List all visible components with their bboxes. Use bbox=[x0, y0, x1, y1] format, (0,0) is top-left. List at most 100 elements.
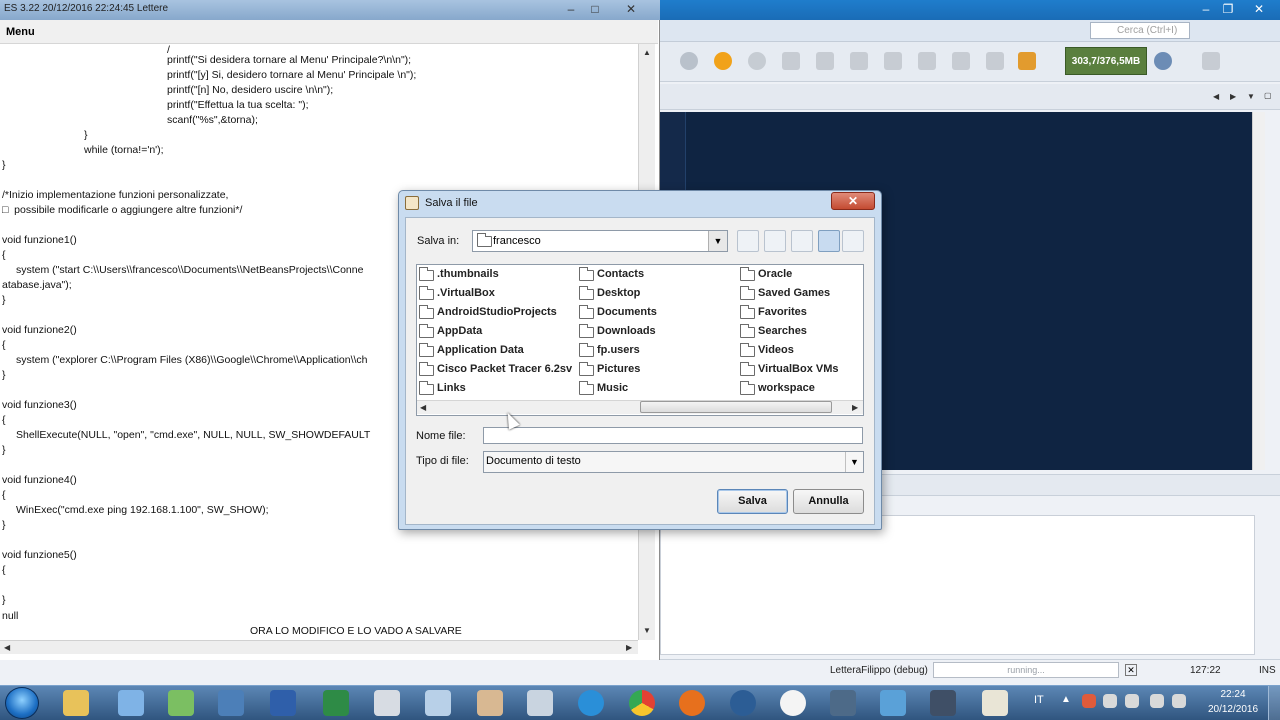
window-icon[interactable] bbox=[374, 690, 400, 716]
file-item[interactable]: Favorites bbox=[758, 306, 807, 318]
tray-icon[interactable] bbox=[1082, 694, 1096, 708]
scroll-left-icon[interactable]: ◀ bbox=[4, 643, 10, 652]
scroll-right-icon[interactable]: ▶ bbox=[852, 403, 858, 412]
close-button[interactable]: ✕ bbox=[831, 192, 875, 210]
save-button[interactable]: Salva bbox=[717, 489, 788, 514]
file-item[interactable]: VirtualBox VMs bbox=[758, 363, 839, 375]
camera-icon[interactable] bbox=[1018, 52, 1036, 70]
notes-icon[interactable] bbox=[168, 690, 194, 716]
memory-indicator[interactable]: 303,7/376,5MB bbox=[1065, 47, 1147, 75]
file-item[interactable]: Cisco Packet Tracer 6.2sv bbox=[437, 363, 572, 375]
clock-time[interactable]: 22:24 bbox=[1208, 689, 1258, 700]
internet-explorer-icon[interactable] bbox=[578, 690, 604, 716]
file-item[interactable]: AndroidStudioProjects bbox=[437, 306, 557, 318]
app-icon[interactable] bbox=[118, 690, 144, 716]
file-item[interactable]: workspace bbox=[758, 382, 815, 394]
apply-changes-icon[interactable] bbox=[918, 52, 936, 70]
step-over-icon[interactable] bbox=[782, 52, 800, 70]
status-progress[interactable]: running... bbox=[933, 662, 1119, 678]
scroll-up-icon[interactable]: ▲ bbox=[643, 48, 651, 57]
debug-step-icon[interactable] bbox=[680, 52, 698, 70]
ide-search-input[interactable]: Cerca (Ctrl+I) bbox=[1090, 22, 1190, 39]
database-icon[interactable] bbox=[830, 690, 856, 716]
show-desktop-button[interactable] bbox=[1268, 686, 1280, 720]
pause-icon[interactable] bbox=[714, 52, 732, 70]
continue-icon[interactable] bbox=[748, 52, 766, 70]
tab-left-icon[interactable]: ◀ bbox=[1213, 92, 1219, 101]
cancel-button[interactable]: Annulla bbox=[793, 489, 864, 514]
chevron-down-icon[interactable]: ▼ bbox=[708, 231, 727, 251]
minimize-icon[interactable]: – bbox=[560, 0, 582, 20]
layout-icon[interactable] bbox=[1202, 52, 1220, 70]
close-icon[interactable]: ✕ bbox=[608, 0, 654, 20]
file-item[interactable]: Application Data bbox=[437, 344, 524, 356]
scroll-right-icon[interactable]: ▶ bbox=[626, 643, 632, 652]
file-item[interactable]: Desktop bbox=[597, 287, 640, 299]
tray-expand-icon[interactable]: ▲ bbox=[1061, 694, 1071, 705]
file-item[interactable]: Contacts bbox=[597, 268, 644, 280]
app-icon[interactable] bbox=[425, 690, 451, 716]
language-indicator[interactable]: IT bbox=[1034, 694, 1044, 706]
excel-icon[interactable] bbox=[323, 690, 349, 716]
file-item[interactable]: Music bbox=[597, 382, 628, 394]
editor-app-icon[interactable] bbox=[218, 690, 244, 716]
file-item[interactable]: Downloads bbox=[597, 325, 656, 337]
filename-input[interactable] bbox=[483, 427, 863, 444]
scroll-down-icon[interactable]: ▼ bbox=[643, 626, 651, 635]
scrollbar-thumb[interactable] bbox=[640, 401, 832, 413]
app-icon[interactable] bbox=[780, 690, 806, 716]
ide-output-pane[interactable] bbox=[660, 515, 1255, 655]
new-folder-button[interactable] bbox=[791, 230, 813, 252]
firefox-icon[interactable] bbox=[679, 690, 705, 716]
file-item[interactable]: Saved Games bbox=[758, 287, 830, 299]
scroll-left-icon[interactable]: ◀ bbox=[420, 403, 426, 412]
explorer-icon[interactable] bbox=[63, 690, 89, 716]
snipping-tool-icon[interactable] bbox=[527, 690, 553, 716]
home-button[interactable] bbox=[764, 230, 786, 252]
tab-list-icon[interactable]: ▼ bbox=[1247, 92, 1255, 101]
details-view-button[interactable] bbox=[842, 230, 864, 252]
tab-right-icon[interactable]: ▶ bbox=[1230, 92, 1236, 101]
close-icon[interactable]: ✕ bbox=[1239, 0, 1279, 20]
dev-cpp-icon[interactable] bbox=[930, 690, 956, 716]
chrome-icon[interactable] bbox=[629, 690, 655, 716]
file-item[interactable]: Searches bbox=[758, 325, 807, 337]
file-item[interactable]: Oracle bbox=[758, 268, 792, 280]
file-item[interactable]: .thumbnails bbox=[437, 268, 499, 280]
step-out-icon[interactable] bbox=[850, 52, 868, 70]
debug-settings-icon[interactable] bbox=[986, 52, 1004, 70]
step-into-icon[interactable] bbox=[816, 52, 834, 70]
minimize-icon[interactable]: – bbox=[1195, 0, 1217, 20]
file-item[interactable]: Links bbox=[437, 382, 466, 394]
virtualbox-icon[interactable] bbox=[880, 690, 906, 716]
file-item[interactable]: fp.users bbox=[597, 344, 640, 356]
evaluate-icon[interactable] bbox=[952, 52, 970, 70]
chevron-down-icon[interactable]: ▼ bbox=[845, 452, 863, 472]
maximize-icon[interactable]: □ bbox=[584, 0, 606, 20]
up-folder-button[interactable] bbox=[737, 230, 759, 252]
cancel-task-icon[interactable]: ✕ bbox=[1125, 664, 1137, 676]
clock-date[interactable]: 20/12/2016 bbox=[1204, 704, 1262, 715]
network-icon[interactable] bbox=[1150, 694, 1164, 708]
gc-icon[interactable] bbox=[1154, 52, 1172, 70]
editor-horizontal-scrollbar[interactable]: ◀ ▶ bbox=[0, 640, 638, 654]
start-button[interactable] bbox=[5, 687, 39, 719]
ide-editor-scrollbar[interactable] bbox=[1252, 112, 1265, 470]
word-icon[interactable] bbox=[270, 690, 296, 716]
paint-icon[interactable] bbox=[477, 690, 503, 716]
menu-item[interactable]: Menu bbox=[6, 26, 35, 38]
volume-icon[interactable] bbox=[1172, 694, 1186, 708]
file-item[interactable]: Videos bbox=[758, 344, 794, 356]
file-item[interactable]: .VirtualBox bbox=[437, 287, 495, 299]
tray-icon[interactable] bbox=[1103, 694, 1117, 708]
file-item[interactable]: Documents bbox=[597, 306, 657, 318]
app-icon[interactable] bbox=[730, 690, 756, 716]
run-to-cursor-icon[interactable] bbox=[884, 52, 902, 70]
file-item[interactable]: Pictures bbox=[597, 363, 640, 375]
list-view-button[interactable] bbox=[818, 230, 840, 252]
java-icon[interactable] bbox=[982, 690, 1008, 716]
tray-icon[interactable] bbox=[1125, 694, 1139, 708]
restore-icon[interactable]: ❐ bbox=[1217, 0, 1239, 20]
tab-maximize-icon[interactable]: ▢ bbox=[1264, 91, 1272, 100]
file-item[interactable]: AppData bbox=[437, 325, 482, 337]
